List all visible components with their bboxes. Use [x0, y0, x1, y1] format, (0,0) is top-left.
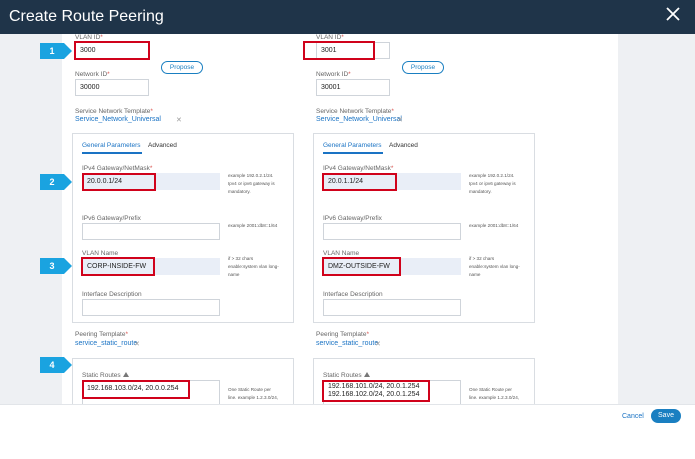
callout-arrow-tip [64, 357, 72, 373]
tab-general-parameters-right[interactable]: General Parameters [323, 142, 382, 149]
create-route-peering-dialog: Create Route Peering VLAN ID* 3000 Propo… [0, 0, 695, 459]
form-panel: VLAN ID* 3000 Propose Network ID* 30000 … [62, 34, 618, 404]
warning-icon [122, 372, 129, 377]
callout-number: 1 [40, 43, 64, 59]
service-template-link-left[interactable]: Service_Network_Universal [75, 116, 161, 123]
propose-button-left[interactable]: Propose [161, 61, 203, 74]
static-routes-card-right: Static Routes 192.168.101.0/24, 20.0.1.2… [313, 358, 535, 404]
ipv4-input-left[interactable]: 20.0.0.1/24 [82, 173, 220, 190]
ipv6-label-left: IPv6 Gateway/Prefix [82, 215, 141, 222]
static-routes-card-left: Static Routes 192.168.103.0/24, 20.0.0.2… [72, 358, 294, 404]
vlan-id-label-left: VLAN ID* [75, 34, 103, 41]
static-routes-label-left: Static Routes [82, 372, 129, 379]
remove-peering-template-right-icon[interactable]: ✕ [375, 340, 381, 348]
service-template-label-right: Service Network Template* [316, 108, 394, 115]
remove-service-template-right-icon[interactable]: ✕ [397, 116, 403, 124]
ipv4-note-right: example 192.0.2.1/24. Ipv4 or ipv6 gatew… [469, 173, 516, 194]
peering-template-label-left: Peering Template* [75, 331, 128, 338]
static-routes-label-right: Static Routes [323, 372, 370, 379]
ipv6-input-right[interactable] [323, 223, 461, 240]
static-routes-note-left: One Static Route per line. example 1.2.3… [228, 387, 279, 404]
vlan-name-note-left: if > 32 chars enable:system vlan long-na… [228, 256, 279, 277]
interface-desc-label-left: Interface Description [82, 291, 142, 298]
static-route-line: 192.168.101.0/24, 20.0.1.254 [328, 383, 420, 390]
callout-number: 2 [40, 174, 64, 190]
close-icon[interactable] [665, 6, 681, 26]
dialog-title: Create Route Peering [9, 8, 164, 25]
vlan-name-note-right: if > 32 chars enable:system vlan long-na… [469, 256, 520, 277]
propose-button-right[interactable]: Propose [402, 61, 444, 74]
remove-service-template-left-icon[interactable]: ✕ [176, 116, 182, 124]
static-routes-textarea-left[interactable]: 192.168.103.0/24, 20.0.0.254 [82, 380, 220, 404]
tab-advanced-left[interactable]: Advanced [148, 142, 177, 149]
ipv6-label-right: IPv6 Gateway/Prefix [323, 215, 382, 222]
network-id-label-right: Network ID* [316, 71, 351, 78]
vlan-id-input-right[interactable]: 3001 [316, 42, 390, 59]
static-routes-textarea-right[interactable]: 192.168.101.0/24, 20.0.1.254 192.168.102… [323, 380, 461, 404]
callout-arrow-tip [64, 174, 72, 190]
peering-template-label-right: Peering Template* [316, 331, 369, 338]
static-routes-note-right: One Static Route per line. example 1.2.3… [469, 387, 520, 404]
peering-template-link-right[interactable]: service_static_route [316, 340, 378, 347]
tab-advanced-right[interactable]: Advanced [389, 142, 418, 149]
vlan-name-label-left: VLAN Name [82, 250, 119, 257]
service-template-label-left: Service Network Template* [75, 108, 153, 115]
callout-number: 4 [40, 357, 64, 373]
ipv6-input-left[interactable] [82, 223, 220, 240]
active-tab-indicator-right [323, 152, 383, 154]
network-id-label-left: Network ID* [75, 71, 110, 78]
callout-number: 3 [40, 258, 64, 274]
cancel-button[interactable]: Cancel [622, 413, 644, 420]
vlan-name-label-right: VLAN Name [323, 250, 360, 257]
ipv4-label-left: IPv4 Gateway/NetMask* [82, 165, 153, 172]
vlan-id-input-left[interactable]: 3000 [75, 42, 149, 59]
callout-arrow-tip [64, 43, 72, 59]
dialog-header: Create Route Peering [0, 0, 695, 34]
peering-template-link-left[interactable]: service_static_route [75, 340, 137, 347]
tab-general-parameters-left[interactable]: General Parameters [82, 142, 141, 149]
network-id-input-right[interactable]: 30001 [316, 79, 390, 96]
network-id-input-left[interactable]: 30000 [75, 79, 149, 96]
static-route-line: 192.168.102.0/24, 20.0.1.254 [328, 391, 420, 398]
save-button[interactable]: Save [651, 409, 681, 423]
vlan-name-input-left[interactable]: CORP-INSIDE-FW [82, 258, 220, 275]
active-tab-indicator-left [82, 152, 142, 154]
static-route-line: 192.168.103.0/24, 20.0.0.254 [87, 385, 179, 392]
general-parameters-card-right: General Parameters Advanced IPv4 Gateway… [313, 133, 535, 323]
warning-icon [363, 372, 370, 377]
dialog-footer: Cancel Save [0, 404, 695, 459]
vlan-id-label-right: VLAN ID* [316, 34, 344, 41]
ipv6-note-right: example 2001:db8::1/64 [469, 223, 519, 228]
interface-desc-label-right: Interface Description [323, 291, 383, 298]
ipv4-input-right[interactable]: 20.0.1.1/24 [323, 173, 461, 190]
ipv6-note-left: example 2001:db8::1/64 [228, 223, 278, 228]
remove-peering-template-left-icon[interactable]: ✕ [134, 340, 140, 348]
ipv4-note-left: example 192.0.2.1/24. Ipv4 or ipv6 gatew… [228, 173, 275, 194]
ipv4-label-right: IPv4 Gateway/NetMask* [323, 165, 394, 172]
interface-desc-input-right[interactable] [323, 299, 461, 316]
vlan-name-input-right[interactable]: DMZ-OUTSIDE-FW [323, 258, 461, 275]
service-template-link-right[interactable]: Service_Network_Universal [316, 116, 402, 123]
dialog-body[interactable]: VLAN ID* 3000 Propose Network ID* 30000 … [0, 34, 695, 404]
general-parameters-card-left: General Parameters Advanced IPv4 Gateway… [72, 133, 294, 323]
interface-desc-input-left[interactable] [82, 299, 220, 316]
callout-arrow-tip [64, 258, 72, 274]
